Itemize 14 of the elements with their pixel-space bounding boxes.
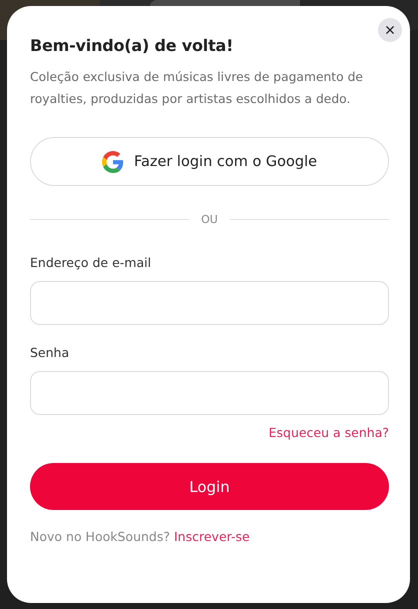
- input-field[interactable]: [30, 371, 389, 415]
- google-icon: [102, 150, 124, 172]
- dialog-description: Coleção exclusiva de músicas livres de pagamento de royalties, produzidas por artistas escolhidos a dedo.: [30, 69, 364, 108]
- login-button[interactable]: Login: [30, 463, 389, 510]
- field-label: Endereço de e-mail: [30, 255, 152, 270]
- input-field[interactable]: [30, 281, 389, 325]
- google-login-button[interactable]: Fazer login com o Google: [30, 137, 389, 186]
- footer-text: Novo no HookSounds?: [30, 529, 170, 544]
- divider-label: OU: [201, 213, 218, 226]
- forgot-password-link[interactable]: Esqueceu a senha?: [268, 425, 389, 440]
- dialog-title: Bem-vindo(a) de volta!: [30, 36, 234, 55]
- field-label: Senha: [30, 345, 70, 360]
- signup-link[interactable]: Inscrever-se: [174, 529, 250, 544]
- close-button[interactable]: ×: [378, 18, 402, 42]
